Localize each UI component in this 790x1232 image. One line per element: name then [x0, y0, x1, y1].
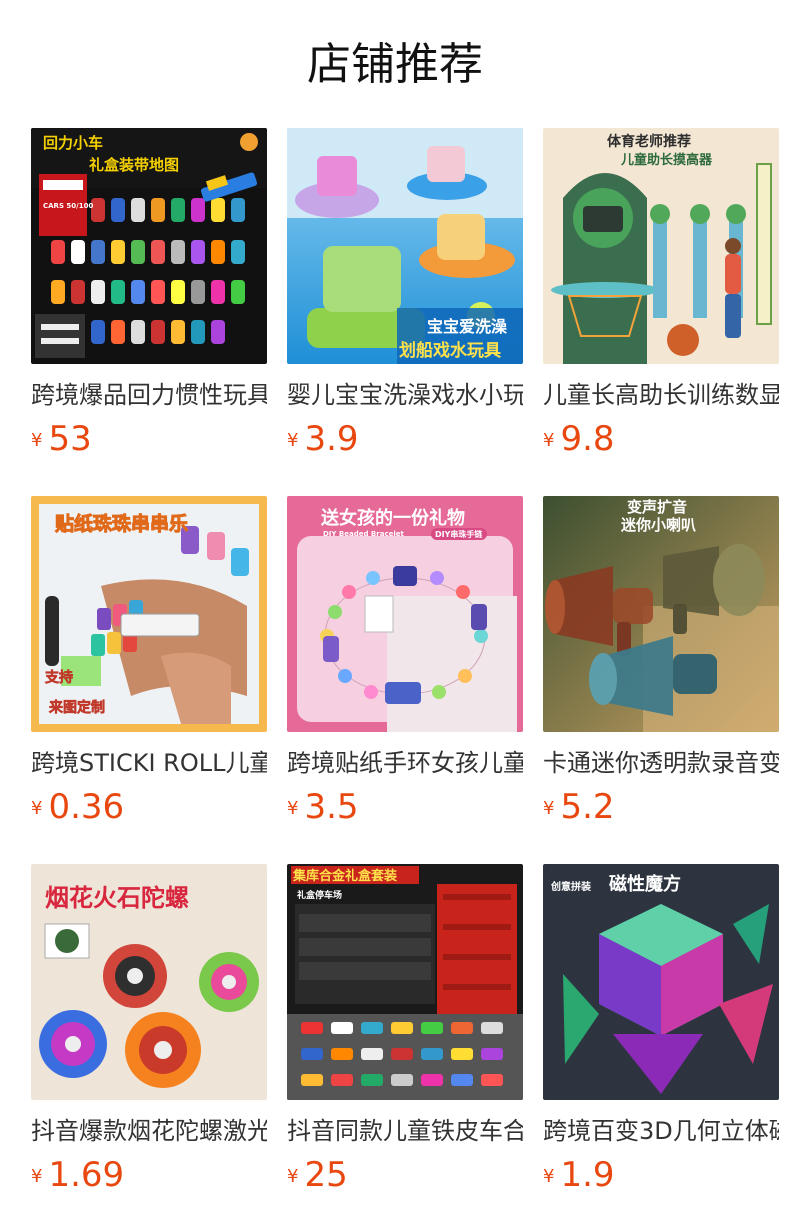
badge-line: DIY Beaded Bracelet: [323, 530, 404, 538]
product-card[interactable]: 烟花火石陀螺 抖音爆款烟花陀螺激光 ¥1.69: [31, 864, 267, 1195]
product-card[interactable]: 集库合金礼盒套装 礼盒停车场 抖音同款儿童铁皮车合金礼盒 ¥25: [287, 864, 523, 1195]
badge-extra: CARS 50/100: [43, 202, 93, 210]
product-name[interactable]: 跨境爆品回力惯性玩具车: [31, 376, 267, 414]
product-name[interactable]: 儿童长高助长训练数显摸高器: [543, 376, 779, 414]
badge-line: 来图定制: [48, 699, 105, 716]
price-value: 3.5: [304, 787, 359, 827]
product-image-art: 宝宝爱洗澡 划船戏水玩具: [287, 128, 523, 364]
badge-line: 体育老师推荐: [607, 133, 691, 150]
badge-line: 变声扩音: [627, 498, 687, 516]
badge-line: 儿童助长摸高器: [620, 152, 713, 168]
product-card[interactable]: 体育老师推荐 儿童助长摸高器 儿童长高助长训练数显摸高器 ¥9.8: [543, 128, 779, 459]
product-name[interactable]: 跨境贴纸手环女孩儿童手链: [287, 744, 523, 782]
product-card[interactable]: 磁性魔方 创意拼装 跨境百变3D几何立体磁性魔方 ¥1.9: [543, 864, 779, 1195]
product-price: ¥3.5: [287, 784, 359, 830]
badge-line: 贴纸珠珠串串乐: [55, 512, 188, 535]
product-card[interactable]: 贴纸珠珠串串乐 支持 来图定制 跨境STICKI ROLL儿童贴纸珠珠手串 ¥0…: [31, 496, 267, 827]
product-image-art: 回力小车 礼盒装带地图 CARS 50/100: [31, 128, 267, 364]
product-card[interactable]: 宝宝爱洗澡 划船戏水玩具 婴儿宝宝洗澡戏水小玩具 ¥3.9: [287, 128, 523, 459]
badge-line: 创意拼装: [550, 880, 591, 893]
badge-line: 烟花火石陀螺: [45, 884, 189, 912]
product-image-art: 变声扩音 迷你小喇叭: [543, 496, 779, 732]
product-name[interactable]: 抖音爆款烟花陀螺激光: [31, 1112, 267, 1150]
product-name[interactable]: 卡通迷你透明款录音变声喇叭: [543, 744, 779, 782]
product-card[interactable]: 变声扩音 迷你小喇叭 卡通迷你透明款录音变声喇叭 ¥5.2: [543, 496, 779, 827]
product-image-art: 磁性魔方 创意拼装: [543, 864, 779, 1100]
product-image-sticker-beads[interactable]: 贴纸珠珠串串乐 支持 来图定制: [31, 496, 267, 732]
product-price: ¥0.36: [31, 784, 124, 830]
product-image-art: 集库合金礼盒套装 礼盒停车场: [287, 864, 523, 1100]
badge-line: 宝宝爱洗澡: [427, 317, 508, 336]
price-value: 1.9: [560, 1155, 615, 1195]
product-image-art: 烟花火石陀螺: [31, 864, 267, 1100]
product-image-art: 送女孩的一份礼物 DIY Beaded Bracelet DIY串珠手链: [287, 496, 523, 732]
product-image-pullback-cars[interactable]: 回力小车 礼盒装带地图 CARS 50/100: [31, 128, 267, 364]
product-card[interactable]: 送女孩的一份礼物 DIY Beaded Bracelet DIY串珠手链 跨境贴…: [287, 496, 523, 827]
price-value: 25: [304, 1155, 348, 1195]
product-name[interactable]: 跨境STICKI ROLL儿童贴纸珠珠手串: [31, 744, 267, 782]
price-value: 1.69: [48, 1155, 125, 1195]
page-title: 店铺推荐: [307, 39, 483, 90]
price-value: 3.9: [304, 419, 359, 459]
currency-symbol: ¥: [543, 798, 555, 819]
product-name[interactable]: 跨境百变3D几何立体磁性魔方: [543, 1112, 779, 1150]
product-image-art: 体育老师推荐 儿童助长摸高器: [543, 128, 779, 364]
badge-line: 迷你小喇叭: [620, 516, 696, 534]
badge-line: 礼盒装带地图: [89, 156, 179, 174]
product-price: ¥25: [287, 1152, 348, 1198]
product-price: ¥9.8: [543, 416, 615, 462]
currency-symbol: ¥: [287, 430, 299, 451]
product-image-height-trainer[interactable]: 体育老师推荐 儿童助长摸高器: [543, 128, 779, 364]
currency-symbol: ¥: [31, 798, 43, 819]
product-price: ¥53: [31, 416, 92, 462]
price-value: 5.2: [560, 787, 615, 827]
badge-line: 磁性魔方: [609, 873, 681, 895]
badge-line: 送女孩的一份礼物: [320, 507, 465, 529]
shop-recommendations-page: 店铺推荐 回力小车 礼盒装带地图 CARS 50/100 跨境爆品回力惯性玩具 …: [0, 0, 790, 1232]
product-image-mini-megaphone[interactable]: 变声扩音 迷你小喇叭: [543, 496, 779, 732]
product-price: ¥3.9: [287, 416, 359, 462]
product-price: ¥1.9: [543, 1152, 615, 1198]
product-name[interactable]: 抖音同款儿童铁皮车合金礼盒: [287, 1112, 523, 1150]
product-image-bead-bracelet[interactable]: 送女孩的一份礼物 DIY Beaded Bracelet DIY串珠手链: [287, 496, 523, 732]
product-image-art: 贴纸珠珠串串乐 支持 来图定制: [31, 496, 267, 732]
currency-symbol: ¥: [31, 1166, 43, 1187]
product-price: ¥5.2: [543, 784, 615, 830]
currency-symbol: ¥: [287, 1166, 299, 1187]
product-image-bath-boats[interactable]: 宝宝爱洗澡 划船戏水玩具: [287, 128, 523, 364]
product-image-magnetic-cube[interactable]: 磁性魔方 创意拼装: [543, 864, 779, 1100]
badge-line: 礼盒停车场: [297, 889, 342, 901]
badge-line: 支持: [44, 669, 73, 686]
currency-symbol: ¥: [31, 430, 43, 451]
product-price: ¥1.69: [31, 1152, 124, 1198]
price-value: 53: [48, 419, 92, 459]
product-name[interactable]: 婴儿宝宝洗澡戏水小玩具: [287, 376, 523, 414]
price-value: 0.36: [48, 787, 125, 827]
badge-line: 划船戏水玩具: [399, 340, 501, 361]
price-value: 9.8: [560, 419, 615, 459]
product-card[interactable]: 回力小车 礼盒装带地图 CARS 50/100 跨境爆品回力惯性玩具车 ¥53: [31, 128, 267, 459]
currency-symbol: ¥: [543, 1166, 555, 1187]
product-image-spinning-tops[interactable]: 烟花火石陀螺: [31, 864, 267, 1100]
product-image-alloy-car-box[interactable]: 集库合金礼盒套装 礼盒停车场: [287, 864, 523, 1100]
currency-symbol: ¥: [287, 798, 299, 819]
badge-line: 回力小车: [43, 134, 103, 152]
currency-symbol: ¥: [543, 430, 555, 451]
badge-line: DIY串珠手链: [435, 529, 483, 539]
badge-line: 集库合金礼盒套装: [292, 868, 397, 884]
